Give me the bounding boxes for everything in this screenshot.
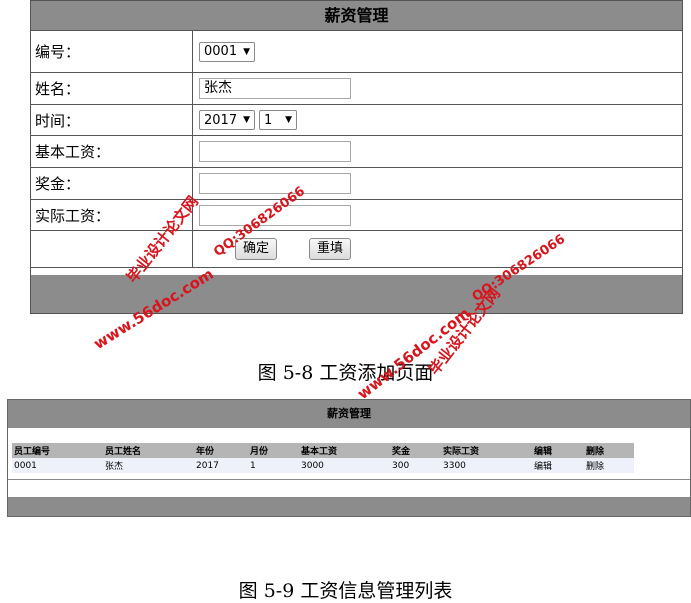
- name-input[interactable]: 张杰: [199, 78, 351, 99]
- time-label: 时间：: [31, 105, 193, 135]
- base-salary-input[interactable]: [199, 141, 351, 162]
- figure-caption-5-9: 图 5-9 工资信息管理列表: [238, 580, 453, 602]
- row-employee-id: 编号： 0001 ▼: [31, 31, 682, 73]
- table-cell: 3000: [301, 460, 324, 471]
- table-row: 0001 张杰 2017 1 3000 300 3300 编辑 删除: [12, 458, 634, 473]
- employee-id-select[interactable]: 0001 ▼: [199, 41, 256, 62]
- column-header: 删除: [586, 447, 605, 457]
- table-cell: 300: [392, 460, 410, 471]
- reset-button[interactable]: 重填: [309, 238, 352, 260]
- column-header: 员工编号: [14, 447, 51, 457]
- divider: [8, 479, 690, 480]
- column-header: 年份: [196, 447, 215, 457]
- delete-link[interactable]: 删除: [584, 459, 634, 472]
- row-bonus: 奖金：: [31, 168, 682, 200]
- column-header: 月份: [250, 447, 269, 457]
- triangle-down-icon: ▼: [243, 115, 251, 125]
- triangle-down-icon: ▼: [285, 115, 293, 125]
- bonus-label: 奖金：: [31, 168, 193, 199]
- row-buttons: 确定 重填: [31, 231, 682, 268]
- row-name: 姓名： 张杰: [31, 73, 682, 105]
- triangle-down-icon: ▼: [243, 46, 251, 57]
- list-footer-bar: [8, 498, 690, 516]
- table-cell: 0001: [14, 460, 37, 471]
- month-select[interactable]: 1 ▼: [259, 110, 298, 130]
- row-time: 时间： 2017 ▼ 1 ▼: [31, 105, 682, 136]
- list-title: 薪资管理: [8, 400, 690, 428]
- table-cell: 3300: [443, 460, 466, 471]
- row-actual-salary: 实际工资：: [31, 200, 682, 231]
- table-cell: 2017: [196, 460, 219, 471]
- column-header: 实际工资: [443, 447, 480, 457]
- name-label: 姓名：: [31, 73, 193, 104]
- bonus-input[interactable]: [199, 173, 351, 194]
- figure-caption-5-8: 图 5-8 工资添加页面: [257, 362, 434, 384]
- table-cell: 1: [250, 460, 256, 471]
- salary-list-panel: 薪资管理 员工编号 员工姓名 年份 月份 基本工资 奖金 实际工资 编辑 删除 …: [7, 399, 691, 517]
- column-header: 基本工资: [301, 447, 338, 457]
- year-select[interactable]: 2017 ▼: [199, 110, 256, 130]
- table-cell: 张杰: [105, 462, 124, 472]
- column-header: 员工姓名: [105, 447, 142, 457]
- salary-table: 员工编号 员工姓名 年份 月份 基本工资 奖金 实际工资 编辑 删除 0001 …: [12, 443, 634, 473]
- edit-link[interactable]: 编辑: [532, 459, 584, 472]
- column-header: 编辑: [534, 447, 553, 457]
- table-header-row: 员工编号 员工姓名 年份 月份 基本工资 奖金 实际工资 编辑 删除: [12, 443, 634, 458]
- row-base-salary: 基本工资：: [31, 136, 682, 168]
- form-footer-bar: [31, 275, 682, 313]
- column-header: 奖金: [392, 447, 411, 457]
- form-title: 薪资管理: [31, 1, 682, 31]
- base-salary-label: 基本工资：: [31, 136, 193, 167]
- employee-id-label: 编号：: [31, 31, 193, 72]
